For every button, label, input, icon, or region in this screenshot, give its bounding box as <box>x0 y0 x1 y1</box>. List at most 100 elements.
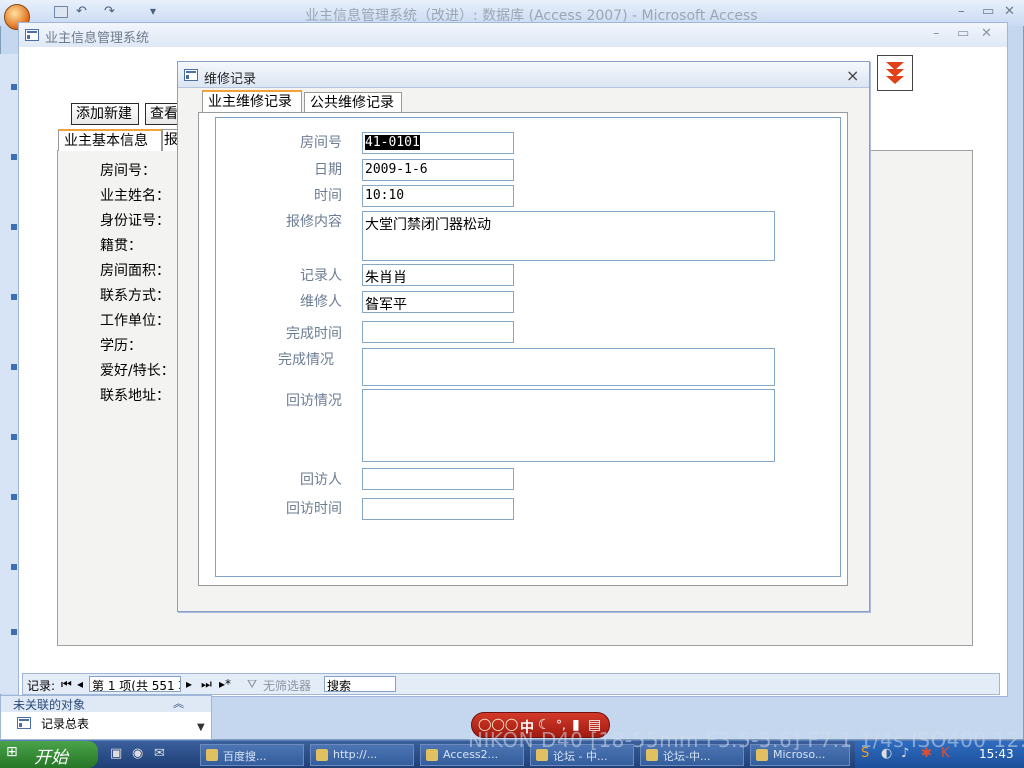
nav-group-header[interactable]: 未关联的对象 ︽ <box>1 696 211 712</box>
save-icon[interactable] <box>54 6 68 18</box>
minimize-button[interactable]: – <box>958 4 965 19</box>
repair-form-area: 房间号 41-0101 日期 2009-1-6 时间 10:10 报修内容 大堂… <box>215 117 841 577</box>
nav-marker <box>11 629 17 635</box>
label-revisit-person: 回访人 <box>300 472 342 488</box>
task-browser[interactable]: http://... <box>310 744 414 766</box>
label-time: 时间 <box>314 188 342 204</box>
add-new-button[interactable]: 添加新建 <box>71 103 139 125</box>
nav-marker <box>11 434 17 440</box>
label-education: 学历： <box>100 338 142 354</box>
filter-icon: ⛛ <box>247 677 258 691</box>
nav-marker <box>11 224 17 230</box>
tab-other[interactable]: 报 <box>162 129 178 151</box>
form-icon <box>25 29 39 41</box>
navigation-pane: 未关联的对象 ︽ 记录总表 ▼ <box>0 695 212 740</box>
tab-owner-repair[interactable]: 业主维修记录 <box>202 90 302 112</box>
search-input[interactable]: 搜索 <box>324 676 396 693</box>
nav-marker <box>11 494 17 500</box>
record-navigation-bar: 记录: ⏮ ◂ 第 1 项(共 551 项 ▸ ⏭ ▸* ⛛ 无筛选器 搜索 <box>22 673 1000 695</box>
navigation-strip[interactable] <box>0 54 19 694</box>
label-revisit-status: 回访情况 <box>286 393 342 409</box>
label-repair-content: 报修内容 <box>286 214 342 230</box>
revisit-time-field[interactable] <box>362 498 514 520</box>
customize-qat-icon[interactable]: ▾ <box>150 4 156 18</box>
label-finish-status: 完成情况 <box>278 352 334 368</box>
form-icon <box>17 717 31 729</box>
previous-record-button[interactable]: ◂ <box>77 677 83 691</box>
redo-icon[interactable]: ↷ <box>104 4 115 19</box>
label-native-place: 籍贯： <box>100 238 142 254</box>
undo-icon[interactable]: ↶ <box>76 4 87 19</box>
label-recorder: 记录人 <box>300 268 342 284</box>
form-restore-button[interactable]: ▭ <box>957 26 969 41</box>
quicklaunch-icon[interactable]: ▣ <box>110 746 122 761</box>
time-field[interactable]: 10:10 <box>362 185 514 207</box>
new-record-button[interactable]: ▸* <box>219 677 231 691</box>
repair-record-dialog: 维修记录 × 房间号 41-0101 日期 2009-1-6 时间 10:10 … <box>177 61 870 612</box>
camera-watermark: NIKON D40 [18-55mm F3.5-5.6] F7.1 1/4s I… <box>468 728 1024 752</box>
label-room: 房间号： <box>100 163 156 179</box>
revisit-person-field[interactable] <box>362 468 514 490</box>
close-button[interactable]: ✕ <box>1004 4 1015 19</box>
nav-item-record-table[interactable]: 记录总表 <box>41 715 89 732</box>
nav-marker <box>11 154 17 160</box>
repairer-field[interactable]: 昝军平 <box>362 291 514 313</box>
label-revisit-time: 回访时间 <box>286 501 342 517</box>
nav-marker <box>11 84 17 90</box>
dialog-title: 维修记录 <box>204 72 257 87</box>
recorder-field[interactable]: 朱肖肖 <box>362 264 514 286</box>
no-filter-indicator[interactable]: 无筛选器 <box>263 677 311 694</box>
label-room: 房间号 <box>300 135 342 151</box>
label-work-unit: 工作单位： <box>100 313 170 329</box>
scroll-down-icon[interactable]: ▼ <box>197 722 205 733</box>
tab-owner-basic-info[interactable]: 业主基本信息 <box>58 129 162 151</box>
room-field[interactable]: 41-0101 <box>362 132 514 154</box>
date-field[interactable]: 2009-1-6 <box>362 159 514 181</box>
quicklaunch-icon[interactable]: ✉ <box>154 746 165 761</box>
double-chevron-down-icon <box>886 62 904 84</box>
label-contact: 联系方式： <box>100 288 170 304</box>
nav-marker <box>11 364 17 370</box>
dialog-close-button[interactable]: × <box>846 66 859 85</box>
tab-public-repair[interactable]: 公共维修记录 <box>304 92 402 112</box>
label-room-area: 房间面积： <box>100 263 170 279</box>
task-baidu[interactable]: 百度搜... <box>200 744 304 766</box>
nav-marker <box>11 564 17 570</box>
dialog-titlebar[interactable]: 维修记录 × <box>178 62 869 88</box>
first-record-button[interactable]: ⏮ <box>61 677 72 692</box>
room-value: 41-0101 <box>365 135 420 150</box>
start-label: 开始 <box>34 748 68 768</box>
revisit-status-field[interactable] <box>362 389 775 462</box>
form-minimize-button[interactable]: – <box>933 26 940 41</box>
label-date: 日期 <box>314 162 342 178</box>
view-button[interactable]: 查看 <box>145 103 179 125</box>
collapse-icon[interactable]: ︽ <box>173 695 184 711</box>
label-hobby: 爱好/特长： <box>100 363 175 379</box>
search-placeholder: 搜索 <box>327 679 352 693</box>
finish-time-field[interactable] <box>362 321 514 343</box>
windows-logo-icon: ⊞ <box>6 744 18 760</box>
form-title: 业主信息管理系统 <box>45 31 150 46</box>
quicklaunch-icon[interactable]: ◉ <box>132 746 143 761</box>
form-close-button[interactable]: ✕ <box>981 26 992 41</box>
finish-status-field[interactable] <box>362 348 775 386</box>
label-address: 联系地址： <box>100 388 170 404</box>
label-repairer: 维修人 <box>300 294 342 310</box>
next-record-button[interactable]: ▸ <box>186 677 192 691</box>
start-button[interactable]: ⊞ 开始 <box>0 741 98 768</box>
maximize-button[interactable]: ▭ <box>982 4 994 19</box>
scroll-down-button[interactable] <box>877 55 913 91</box>
label-finish-time: 完成时间 <box>286 326 342 342</box>
form-icon <box>184 69 198 81</box>
record-position-box[interactable]: 第 1 项(共 551 项 <box>89 676 181 692</box>
nav-marker <box>11 294 17 300</box>
label-owner-name: 业主姓名： <box>100 188 170 204</box>
nav-group-title: 未关联的对象 <box>13 698 86 712</box>
dialog-tab-panel: 房间号 41-0101 日期 2009-1-6 时间 10:10 报修内容 大堂… <box>198 112 848 586</box>
record-position: 第 1 项(共 551 项 <box>92 679 181 692</box>
label-id-number: 身份证号： <box>100 213 170 229</box>
last-record-button[interactable]: ⏭ <box>201 677 212 692</box>
repair-content-field[interactable]: 大堂门禁闭门器松动 <box>362 211 775 261</box>
form-titlebar: 业主信息管理系统 – ▭ ✕ <box>19 23 1007 47</box>
record-label: 记录: <box>27 679 56 693</box>
